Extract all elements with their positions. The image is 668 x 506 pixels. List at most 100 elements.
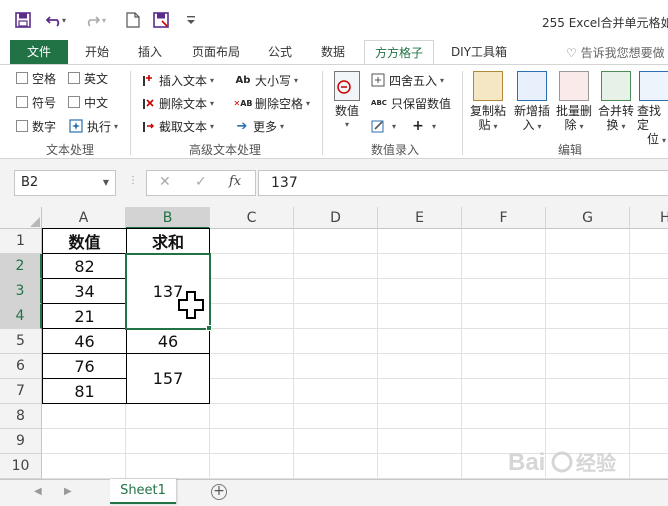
formula-bar-grip-icon: ⋮ <box>128 175 138 186</box>
row-header-10[interactable]: 10 <box>0 454 42 479</box>
column-header-f[interactable]: F <box>462 207 546 229</box>
extract-text-icon <box>140 118 156 134</box>
round-button[interactable]: 四舍五入 ▾ <box>370 71 444 89</box>
column-header-d[interactable]: D <box>294 207 378 229</box>
chevron-down-icon[interactable]: ▼ <box>103 171 109 195</box>
gridline <box>461 229 462 479</box>
insert-text-button[interactable]: 插入文本 ▾ <box>140 71 214 89</box>
cell-a6[interactable]: 76 <box>42 353 127 379</box>
execute-button[interactable]: 执行 ▾ <box>68 117 118 135</box>
delete-text-button[interactable]: 删除文本 ▾ <box>140 94 214 112</box>
more-button[interactable]: ➔ 更多 ▾ <box>234 117 284 135</box>
dropdown-caret-icon: ▾ <box>210 98 215 108</box>
column-header-g[interactable]: G <box>546 207 630 229</box>
delete-table-icon <box>559 71 589 101</box>
tab-formulas[interactable]: 公式 <box>260 40 300 64</box>
fill-handle[interactable] <box>206 325 212 331</box>
delete-spaces-button[interactable]: ✕ AB 删除空格 ▾ <box>233 94 311 112</box>
row-header-6[interactable]: 6 <box>0 354 42 379</box>
case-icon: Ab <box>235 74 251 86</box>
cell-a5[interactable]: 46 <box>42 328 127 354</box>
save-as-icon[interactable] <box>150 9 172 31</box>
cell-b1[interactable]: 求和 <box>126 228 210 254</box>
checkbox-number[interactable]: 数字 <box>16 117 56 135</box>
worksheet-grid[interactable]: A B C D E F G H 1 2 3 4 5 6 7 8 9 10 数值 … <box>0 207 668 479</box>
row-header-4[interactable]: 4 <box>0 304 42 329</box>
gridline <box>293 229 294 479</box>
cell-a2[interactable]: 82 <box>42 253 127 279</box>
row-header-8[interactable]: 8 <box>0 404 42 429</box>
dropdown-caret-icon: ▾ <box>210 121 215 131</box>
cancel-icon[interactable]: ✕ <box>159 174 171 190</box>
redo-icon[interactable]: ▾ <box>82 9 112 31</box>
row-header-1[interactable]: 1 <box>0 229 42 254</box>
tab-data[interactable]: 数据 <box>312 40 354 64</box>
sheet-tab-bar: ◀ ▶ Sheet1 + <box>0 479 668 506</box>
cell-a1[interactable]: 数值 <box>42 228 127 254</box>
column-header-a[interactable]: A <box>42 207 126 229</box>
dropdown-caret-icon: ▾ <box>344 120 349 129</box>
name-box[interactable]: B2 ▼ <box>14 170 116 196</box>
confirm-icon[interactable]: ✓ <box>195 174 207 190</box>
extract-text-button[interactable]: 截取文本 ▾ <box>140 117 214 135</box>
document-title: 255 Excel合并单元格如 <box>542 16 668 30</box>
tab-home[interactable]: 开始 <box>76 40 118 64</box>
delete-spaces-icon: ✕ AB <box>233 98 253 108</box>
insert-function-icon[interactable]: fx <box>229 174 241 189</box>
tell-me-search[interactable]: ♡ 告诉我您想要做 <box>566 44 665 61</box>
checkbox-chinese[interactable]: 中文 <box>68 93 108 111</box>
group-separator <box>462 71 463 155</box>
customize-qat-icon[interactable] <box>182 9 200 31</box>
merged-cell-b6-b7[interactable]: 157 <box>126 353 210 404</box>
row-header-2[interactable]: 2 <box>0 254 42 279</box>
merge-convert-button[interactable]: 合并转 换 ▾ <box>596 71 636 134</box>
add-button[interactable]: + ▾ <box>410 117 436 135</box>
column-header-h[interactable]: H <box>630 207 668 229</box>
new-document-icon[interactable] <box>122 9 144 31</box>
dropdown-caret-icon: ▾ <box>440 75 445 85</box>
svg-text:▾: ▾ <box>62 16 66 25</box>
dropdown-caret-icon: ▾ <box>537 122 542 131</box>
find-locate-button[interactable]: 查找定 位 ▾ <box>637 71 668 148</box>
row-header-9[interactable]: 9 <box>0 429 42 454</box>
batch-delete-button[interactable]: 批量删 除 ▾ <box>553 71 595 134</box>
formula-input[interactable]: 137 <box>258 170 668 196</box>
cell-a3[interactable]: 34 <box>42 278 127 304</box>
cell-a4[interactable]: 21 <box>42 303 127 329</box>
gridline <box>377 229 378 479</box>
checkbox-symbol[interactable]: 符号 <box>16 93 56 111</box>
dropdown-caret-icon: ▾ <box>294 75 299 85</box>
save-icon[interactable] <box>12 9 34 31</box>
dropdown-caret-icon: ▾ <box>662 136 667 145</box>
undo-icon[interactable]: ▾ <box>42 9 72 31</box>
tab-diy-toolbox[interactable]: DIY工具箱 <box>444 40 514 64</box>
checkbox-box <box>16 72 28 84</box>
pencil-icon <box>370 118 386 134</box>
watermark-logo: Bai 经验 <box>508 442 656 482</box>
column-header-c[interactable]: C <box>210 207 294 229</box>
keep-value-button[interactable]: ABC 只保留数值 <box>370 94 451 112</box>
tab-fangfang[interactable]: 方方格子 <box>364 40 434 65</box>
tab-page-layout[interactable]: 页面布局 <box>184 40 248 64</box>
prev-sheet-icon[interactable]: ◀ <box>34 486 42 497</box>
case-button[interactable]: Ab 大小写 ▾ <box>234 71 298 89</box>
new-insert-button[interactable]: 新增插 入 ▾ <box>510 71 554 134</box>
checkbox-space[interactable]: 空格 <box>16 69 56 87</box>
checkbox-english[interactable]: 英文 <box>68 69 108 87</box>
numeric-button[interactable]: 数值 ▾ <box>330 71 364 132</box>
next-sheet-icon[interactable]: ▶ <box>64 486 72 497</box>
sheet-tab-sheet1[interactable]: Sheet1 <box>110 479 176 504</box>
copy-paste-button[interactable]: 复制粘 贴 ▾ <box>468 71 508 134</box>
column-header-e[interactable]: E <box>378 207 462 229</box>
row-header-5[interactable]: 5 <box>0 329 42 354</box>
dropdown-caret-icon: ▾ <box>114 121 119 131</box>
row-header-3[interactable]: 3 <box>0 279 42 304</box>
add-sheet-icon[interactable]: + <box>211 484 227 500</box>
edit-tool-button[interactable]: ▾ <box>370 117 396 135</box>
tab-file[interactable]: 文件 <box>10 40 68 64</box>
cell-b5[interactable]: 46 <box>126 328 210 354</box>
column-header-b[interactable]: B <box>126 207 210 229</box>
cell-a7[interactable]: 81 <box>42 378 127 404</box>
tab-insert[interactable]: 插入 <box>128 40 172 64</box>
row-header-7[interactable]: 7 <box>0 379 42 404</box>
